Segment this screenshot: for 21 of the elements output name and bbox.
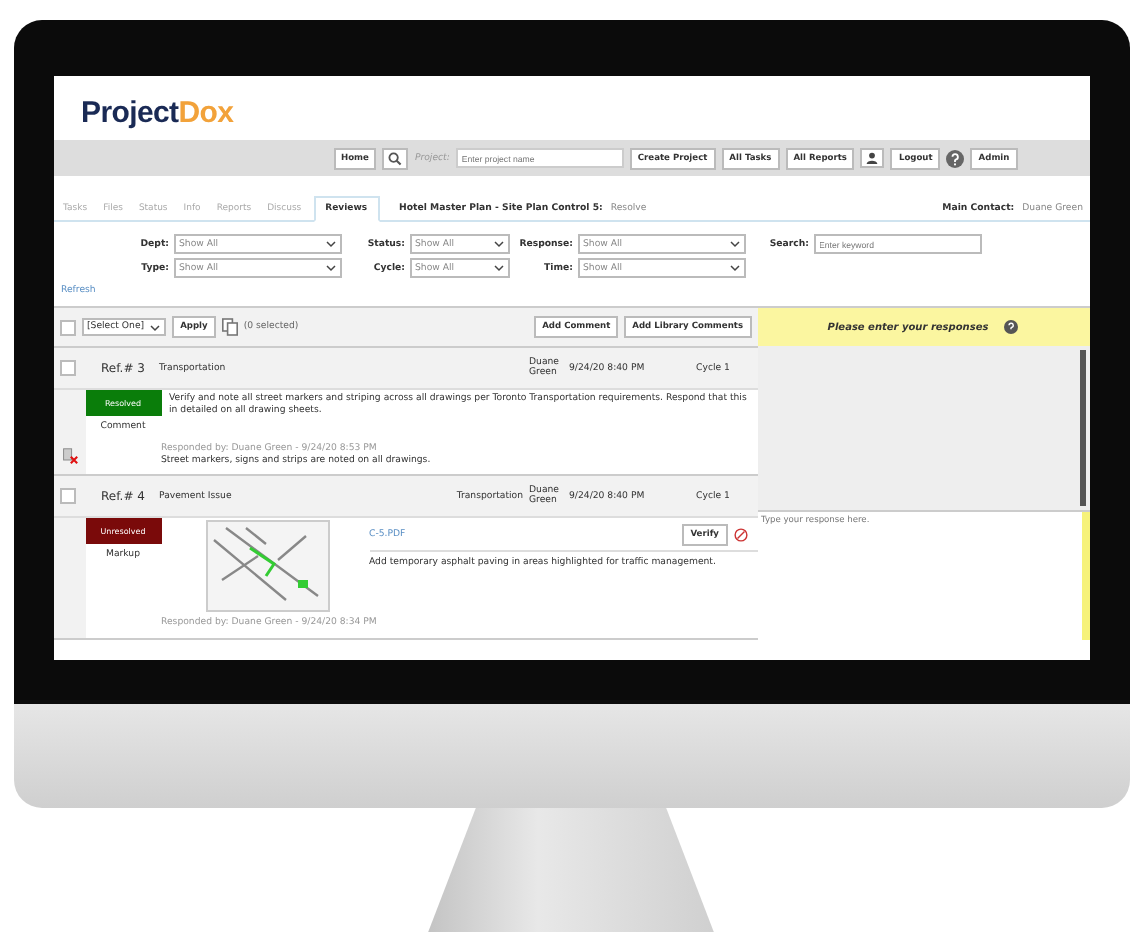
chevron-icon	[325, 240, 335, 248]
scrollbar[interactable]	[1081, 512, 1089, 640]
no-entry-icon[interactable]	[733, 527, 747, 542]
delete-response-icon[interactable]	[61, 448, 77, 465]
chevron-icon	[729, 264, 739, 272]
chevron-icon	[729, 240, 739, 248]
select-all-checkbox[interactable]	[59, 319, 75, 335]
comment-checkbox[interactable]	[59, 360, 75, 376]
help-icon[interactable]	[1004, 320, 1019, 334]
scrollbar[interactable]	[1079, 350, 1085, 506]
chevron-icon	[493, 264, 503, 272]
search-icon	[388, 151, 403, 165]
help-icon[interactable]	[946, 149, 965, 167]
copy-icon[interactable]	[221, 318, 238, 336]
chevron-icon	[150, 323, 161, 331]
chevron-icon	[493, 240, 503, 248]
projectdox-logo: ProjectDox	[79, 94, 236, 134]
user-button[interactable]	[860, 148, 885, 168]
comment-checkbox[interactable]	[59, 488, 75, 505]
search-button[interactable]	[382, 147, 409, 169]
chevron-icon	[325, 264, 335, 272]
